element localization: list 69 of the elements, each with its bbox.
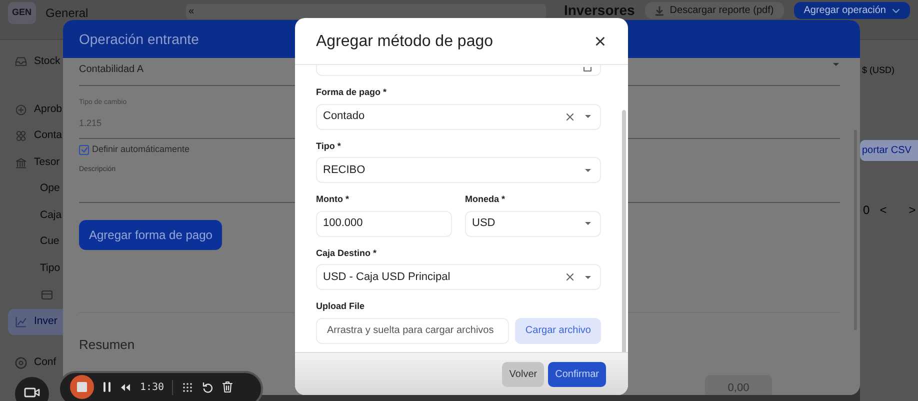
sidebar-item[interactable]: Tesor xyxy=(34,154,60,171)
clear-icon[interactable] xyxy=(566,273,574,281)
caret-down-icon xyxy=(832,62,840,67)
confirm-button[interactable]: Confirmar xyxy=(548,362,606,386)
amount-input[interactable]: 100.000 xyxy=(316,210,452,236)
sidebar-item[interactable]: Aprob xyxy=(34,102,62,118)
close-button[interactable]: × xyxy=(592,32,608,52)
sidebar-item[interactable]: Conta xyxy=(34,128,62,144)
stop-button[interactable] xyxy=(70,375,94,399)
select-field[interactable]: USD xyxy=(465,210,601,236)
field-label: Upload File xyxy=(316,300,366,313)
check-icon xyxy=(80,146,88,153)
workspace-name[interactable]: General xyxy=(46,2,176,22)
clear-icon[interactable] xyxy=(566,112,574,120)
caret-down-icon xyxy=(584,221,592,226)
add-payment-button[interactable]: Agregar forma de pago xyxy=(79,220,222,250)
field-label: Caja Destino * xyxy=(316,246,378,260)
drop-zone[interactable]: Arrastra y suelta para cargar archivos xyxy=(316,318,510,344)
back-button[interactable]: Volver xyxy=(502,362,544,386)
download-button[interactable]: Descargar reporte (pdf) xyxy=(644,2,784,19)
bank-icon xyxy=(15,156,27,169)
select-field[interactable]: USD - Caja USD Principal xyxy=(316,264,601,290)
next-page-button[interactable]: > xyxy=(908,200,916,218)
people-icon xyxy=(15,130,27,142)
collapse-button[interactable]: « xyxy=(186,4,546,19)
select-value: USD xyxy=(472,216,496,232)
page-title: Inversores xyxy=(564,2,635,18)
checkbox[interactable] xyxy=(79,144,89,155)
download-icon xyxy=(654,6,664,16)
pagination-text: 0 xyxy=(863,202,870,218)
total-value: 0,00 xyxy=(705,375,772,395)
field-label: Tipo * xyxy=(316,140,342,153)
select-value: Contabilidad A xyxy=(79,63,144,77)
field-label: Forma de pago * xyxy=(316,86,388,99)
undo-icon[interactable] xyxy=(202,382,214,392)
checkbox-label: Definir automáticamente xyxy=(92,143,190,156)
chart-icon xyxy=(15,316,27,328)
rewind-icon[interactable] xyxy=(120,382,131,392)
sidebar-item[interactable]: Inver xyxy=(34,314,58,330)
select-value: Contado xyxy=(323,109,366,124)
caret-down-icon xyxy=(584,168,592,172)
date-field[interactable] xyxy=(316,65,601,76)
trash-icon[interactable] xyxy=(222,381,234,393)
add-operation-button[interactable]: Agregar operación xyxy=(794,2,910,19)
export-csv-button[interactable]: portar CSV xyxy=(860,140,918,160)
select-value: RECIBO xyxy=(323,162,366,178)
scrollbar[interactable] xyxy=(622,110,626,352)
select-field[interactable]: RECIBO xyxy=(316,157,601,183)
upload-button[interactable]: Cargar archivo xyxy=(515,318,601,344)
plus-circle-icon xyxy=(15,104,27,116)
modal-title: Agregar método de pago xyxy=(316,32,494,52)
field-label: Moneda * xyxy=(465,193,506,206)
chevron-down-icon xyxy=(892,8,900,14)
sidebar-item[interactable]: Conf xyxy=(34,355,56,372)
caret-down-icon xyxy=(584,114,592,119)
field-label: Monto * xyxy=(316,193,350,206)
grid-icon[interactable] xyxy=(182,382,194,392)
pause-icon[interactable] xyxy=(103,382,111,392)
select-value: USD - Caja USD Principal xyxy=(323,270,452,285)
recording-time: 1:30 xyxy=(140,380,174,394)
sidebar-item[interactable]: Stock xyxy=(34,54,60,70)
workspace-badge: GEN xyxy=(8,2,36,24)
select-field[interactable]: Contado xyxy=(316,104,601,130)
column-header: $ (USD) xyxy=(861,64,896,77)
inbox-icon xyxy=(15,56,27,68)
stop-icon xyxy=(77,382,87,392)
caret-down-icon xyxy=(584,274,592,280)
camera-icon xyxy=(24,387,40,398)
prev-page-button[interactable]: < xyxy=(880,200,887,218)
